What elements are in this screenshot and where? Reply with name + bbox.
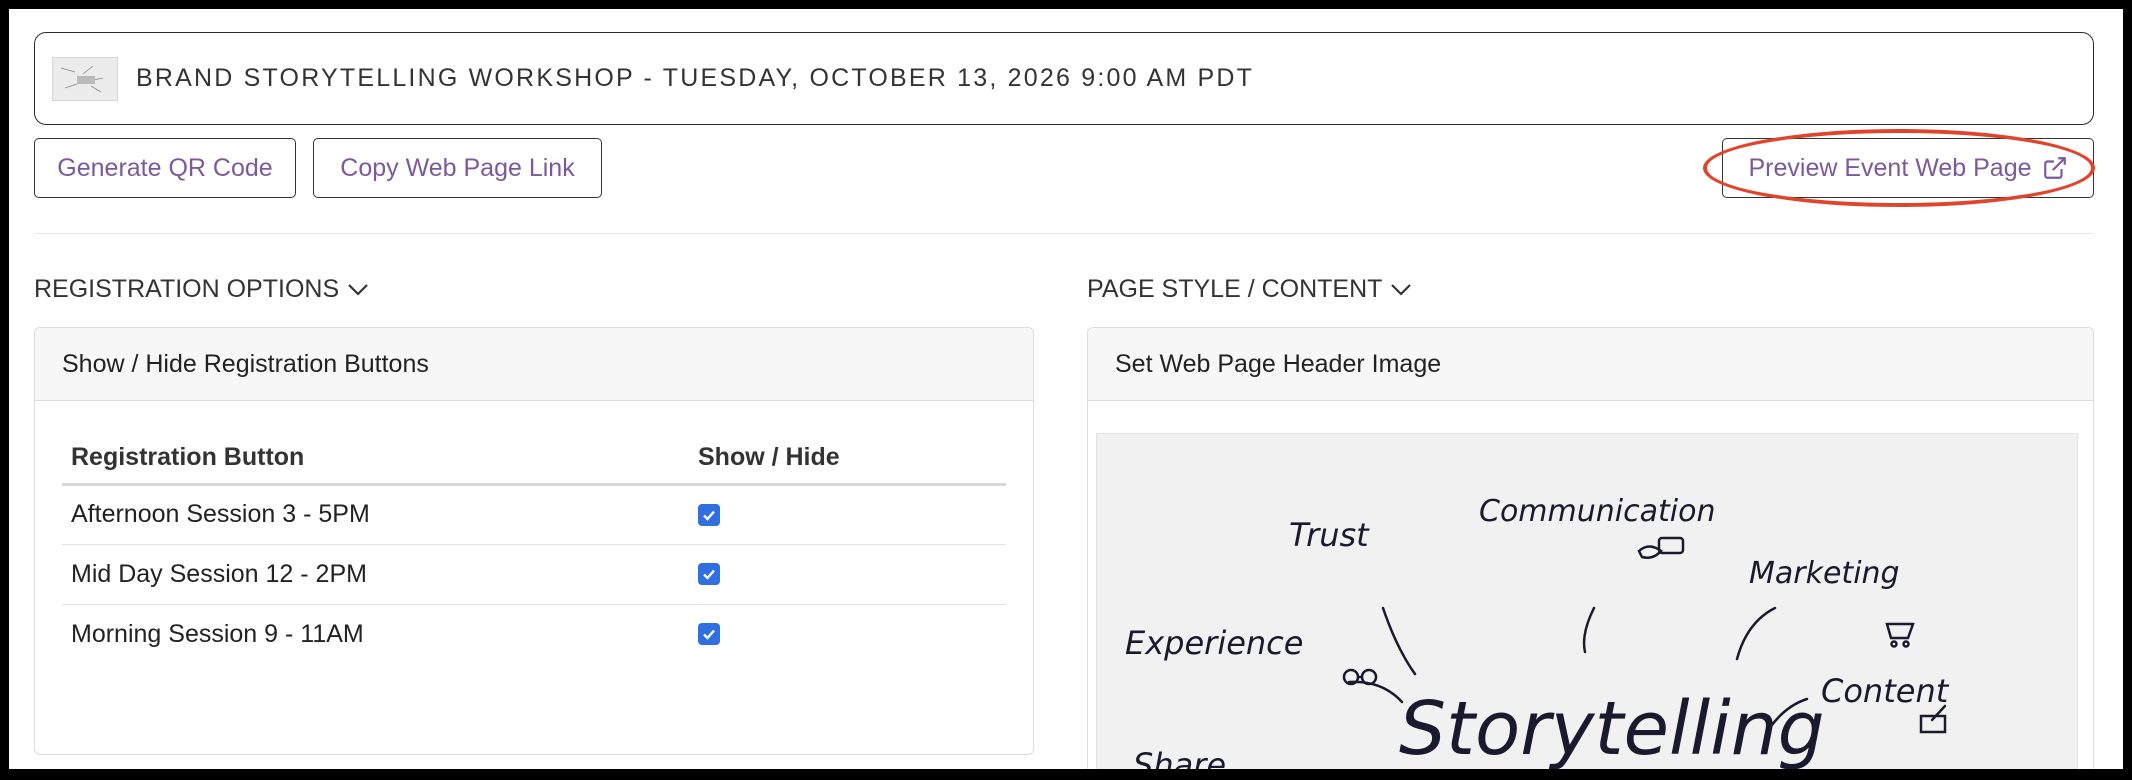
table-row: Morning Session 9 - 11AM [62, 604, 1006, 664]
row-label: Mid Day Session 12 - 2PM [62, 544, 689, 605]
row-label: Morning Session 9 - 11AM [71, 619, 364, 648]
checkmark-icon [703, 629, 715, 641]
header-image-preview[interactable]: Storytelling Communication Trust Marketi… [1096, 433, 2078, 769]
registration-options-toggle[interactable]: REGISTRATION OPTIONS [34, 275, 369, 304]
trust-word: Trust [1289, 516, 1369, 554]
page-style-content-heading: PAGE STYLE / CONTENT [1087, 275, 1383, 303]
column-header-show-hide: Show / Hide [689, 432, 1006, 486]
event-thumbnail [52, 56, 118, 101]
row-label: Afternoon Session 3 - 5PM [62, 484, 689, 545]
checkmark-icon [703, 510, 715, 521]
page-header-image-panel: Set Web Page Header Image Storytelling C… [1087, 327, 2094, 769]
checkmark-icon [703, 569, 715, 580]
column-header-registration-button: Registration Button [62, 432, 689, 486]
table-row: Afternoon Session 3 - 5PM [62, 484, 1006, 545]
registration-buttons-table: Registration Button Show / Hide Afternoo… [62, 432, 1006, 664]
preview-event-web-page-button[interactable]: Preview Event Web Page [1722, 138, 2094, 198]
experience-word: Experience [1125, 624, 1304, 662]
section-divider [34, 233, 2094, 234]
storytelling-word: Storytelling [1399, 686, 1825, 769]
show-hide-checkbox[interactable] [698, 623, 720, 646]
copy-web-page-link-button[interactable]: Copy Web Page Link [313, 138, 602, 198]
preview-button-label: Preview Event Web Page [1748, 153, 2032, 182]
chevron-down-icon [1391, 283, 1412, 296]
show-hide-checkbox[interactable] [698, 563, 720, 585]
content-word: Content [1821, 672, 1949, 710]
registration-panel-title: Show / Hide Registration Buttons [35, 328, 1033, 401]
chevron-down-icon [348, 283, 368, 296]
event-header-bar: BRAND STORYTELLING WORKSHOP - TUESDAY, O… [34, 32, 2094, 125]
communication-word: Communication [1479, 494, 1716, 529]
header-image-panel-title: Set Web Page Header Image [1088, 328, 2093, 401]
marketing-word: Marketing [1749, 556, 1900, 591]
page-style-content-toggle[interactable]: PAGE STYLE / CONTENT [1087, 275, 1412, 304]
share-word: Share [1133, 746, 1227, 769]
table-row: Mid Day Session 12 - 2PM [62, 544, 1006, 605]
registration-buttons-panel: Show / Hide Registration Buttons Registr… [34, 327, 1034, 755]
external-link-icon [2043, 157, 2066, 179]
registration-options-heading: REGISTRATION OPTIONS [34, 275, 340, 303]
app-window: BRAND STORYTELLING WORKSHOP - TUESDAY, O… [9, 9, 2123, 769]
event-title: BRAND STORYTELLING WORKSHOP - TUESDAY, O… [136, 64, 1255, 92]
generate-qr-code-button[interactable]: Generate QR Code [34, 138, 296, 198]
show-hide-checkbox[interactable] [698, 503, 720, 526]
table-header-row: Registration Button Show / Hide [62, 432, 1006, 486]
